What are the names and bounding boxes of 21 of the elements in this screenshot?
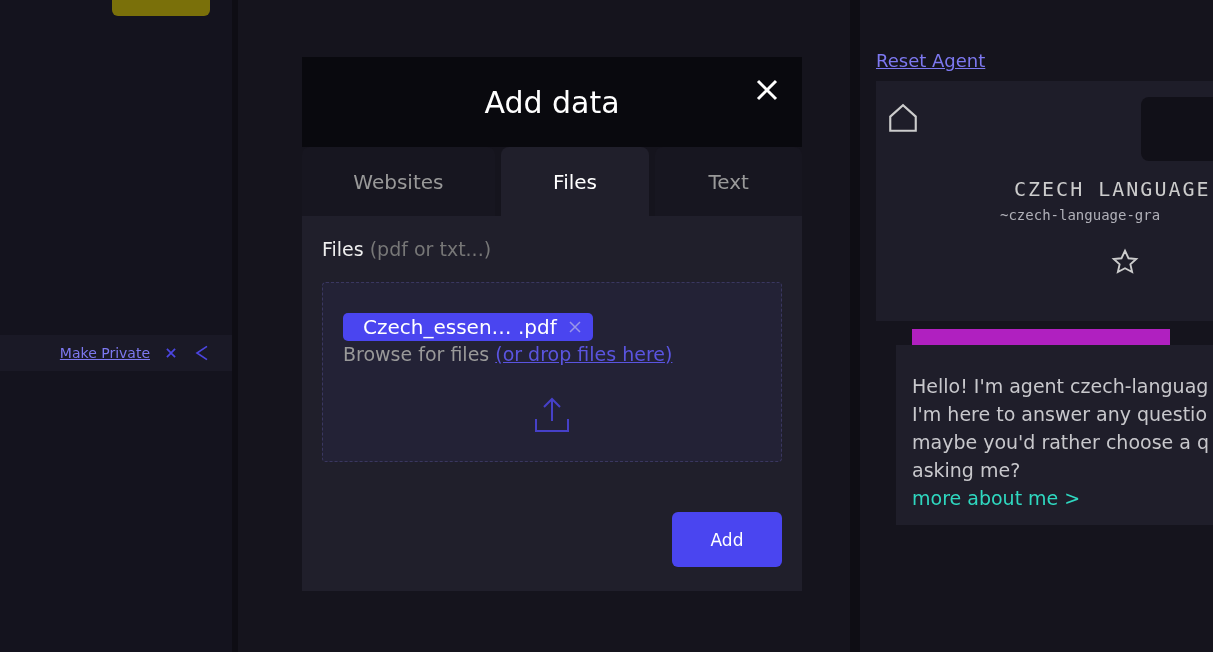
reset-agent-link[interactable]: Reset Agent [876, 50, 1213, 71]
add-button[interactable]: Add [672, 512, 782, 567]
agent-handle: ~czech-language-gra [1000, 207, 1162, 223]
file-drop-zone[interactable]: Czech_essen… .pdf Browse for files (or drop files here) [322, 282, 782, 462]
agent-name: CZECH LANGUAGE [1014, 177, 1212, 201]
file-name: Czech_essen… .pdf [363, 315, 557, 339]
message-text: I'm here to answer any questio [912, 403, 1209, 425]
remove-icon[interactable] [568, 321, 581, 333]
more-about-link[interactable]: more about me > [912, 487, 1213, 509]
message-text: maybe you'd rather choose a q [912, 431, 1210, 453]
dialog-tab[interactable]: Files [500, 147, 650, 216]
message-text: Hello! I'm agent czech-languag [912, 375, 1210, 397]
files-hint: (pdf or txt...) [369, 238, 492, 260]
home-icon [886, 101, 920, 135]
message-text: asking me? [912, 459, 1022, 481]
browse-text: Browse for files [343, 343, 490, 365]
close-icon [164, 346, 178, 360]
upload-icon [532, 395, 572, 435]
dialog-title: Add data [484, 84, 620, 120]
make-private-link[interactable]: Make Private [59, 345, 150, 361]
files-label: Files [322, 238, 364, 260]
